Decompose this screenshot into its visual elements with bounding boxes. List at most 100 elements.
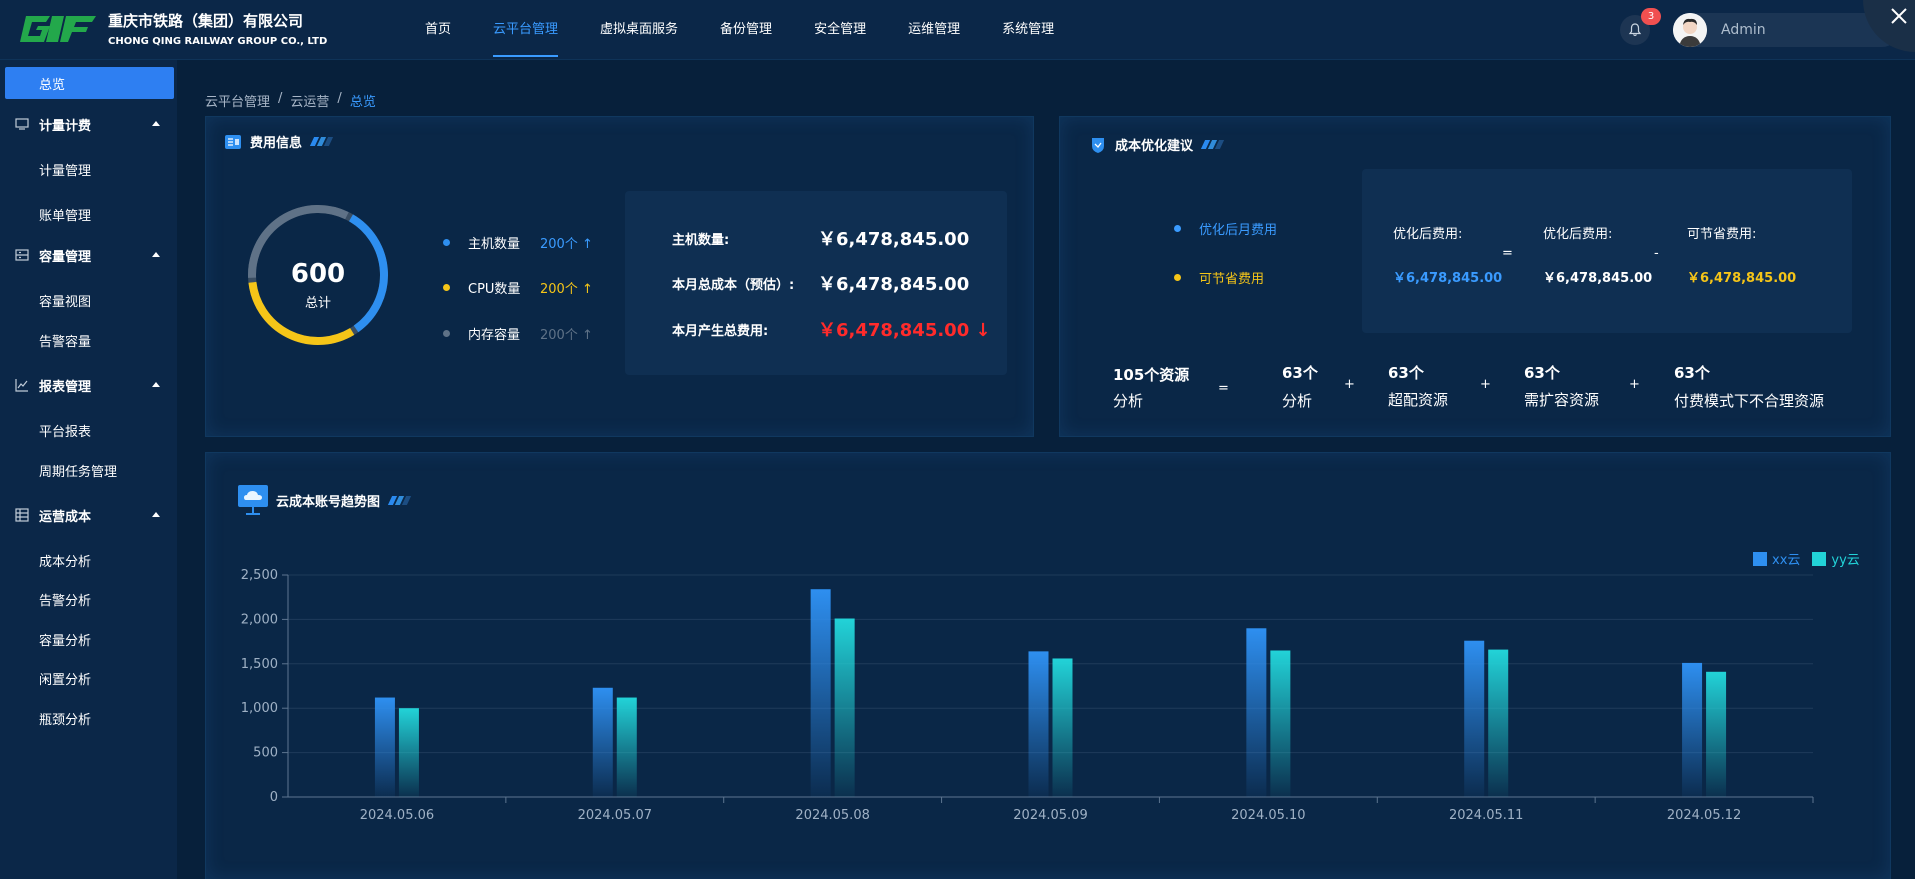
decor-stripes xyxy=(309,137,334,146)
breadcrumb-current: 总览 xyxy=(349,95,376,110)
y-tick-label: 500 xyxy=(253,746,278,761)
sidebar-group-metering[interactable]: 计量计费 xyxy=(5,108,174,140)
sidebar-item-label: 账单管理 xyxy=(39,208,92,224)
sidebar-item-label: 计量计费 xyxy=(39,118,92,134)
close-icon xyxy=(1891,8,1907,24)
sidebar-item-label: 计量管理 xyxy=(39,163,92,179)
nav-cloud-platform[interactable]: 云平台管理 xyxy=(493,0,559,60)
bar-yy-2024.05.07[interactable] xyxy=(616,697,637,797)
bar-yy-2024.05.11[interactable] xyxy=(1488,649,1509,797)
fee-detail-box: 主机数量: ￥6,478,845.00 本月总成本（预估）: ￥6,478,84… xyxy=(625,191,1007,375)
sidebar-item-periodic-tasks[interactable]: 周期任务管理 xyxy=(5,454,174,486)
x-tick-label: 2024.05.07 xyxy=(578,808,652,823)
y-tick-label: 1,000 xyxy=(241,701,278,716)
savings-value: ￥6,478,845.00 xyxy=(1687,271,1797,286)
sidebar-group-capacity[interactable]: 容量管理 xyxy=(5,239,174,271)
decor-stripes xyxy=(387,495,412,505)
x-tick-label: 2024.05.08 xyxy=(795,808,869,823)
sidebar-item-label: 周期任务管理 xyxy=(39,464,118,480)
avatar xyxy=(1673,13,1707,47)
bell-icon xyxy=(1628,23,1642,37)
sidebar-item-cost-analysis[interactable]: 成本分析 xyxy=(5,544,174,576)
legend-dot xyxy=(443,284,450,291)
bar-yy-2024.05.10[interactable] xyxy=(1270,650,1291,797)
legend-cpu: CPU数量 200个 ↑ xyxy=(443,278,593,297)
shield-icon xyxy=(1092,137,1104,153)
sidebar-item-label: 瓶颈分析 xyxy=(39,712,92,728)
sidebar-item-label: 容量分析 xyxy=(39,633,92,649)
top-header: 重庆市铁路（集团）有限公司 CHONG QING RAILWAY GROUP C… xyxy=(0,0,1915,60)
host-cost-value: ￥6,478,845.00 xyxy=(818,229,970,250)
sidebar-item-bottleneck-analysis[interactable]: 瓶颈分析 xyxy=(5,702,174,734)
resource-total: 105个资源 xyxy=(1113,366,1190,384)
sidebar-item-metering-manage[interactable]: 计量管理 xyxy=(5,153,174,185)
sidebar-item-platform-report[interactable]: 平台报表 xyxy=(5,414,174,446)
trend-chart: 0 500 1,000 1,500 2,000 2,500 2024.05.06 2024.0… xyxy=(241,568,1814,823)
sidebar-item-capacity-view[interactable]: 容量视图 xyxy=(5,284,174,316)
resource-analysis: 63个 xyxy=(1282,364,1318,382)
bar-xx-2024.05.09[interactable] xyxy=(1028,651,1049,797)
resource-billing: 63个 xyxy=(1674,364,1710,382)
legend-memory: 内存容量 200个 ↑ xyxy=(443,324,593,343)
sidebar-item-capacity-analysis[interactable]: 容量分析 xyxy=(5,623,174,655)
sidebar-item-idle-analysis[interactable]: 闲置分析 xyxy=(5,662,174,694)
legend-dot xyxy=(443,239,450,246)
bar-xx-2024.05.10[interactable] xyxy=(1246,628,1267,797)
total-label: 总计 xyxy=(304,296,331,311)
resource-overallocated: 63个 xyxy=(1388,364,1424,382)
breadcrumb-item[interactable]: 云运营 xyxy=(290,91,329,110)
sidebar-item-label: 成本分析 xyxy=(39,554,92,570)
chevron-up-icon xyxy=(152,382,160,387)
sidebar-item-alarm-analysis[interactable]: 告警分析 xyxy=(5,583,174,615)
storage-icon xyxy=(15,249,29,261)
x-tick-label: 2024.05.10 xyxy=(1231,808,1305,823)
sidebar-group-op-cost[interactable]: 运营成本 xyxy=(5,499,174,531)
legend-host: 主机数量 200个 ↑ xyxy=(443,233,593,252)
legend-dot xyxy=(443,330,450,337)
bar-xx-2024.05.07[interactable] xyxy=(592,687,613,797)
sidebar: 总览 计量计费 计量管理 账单管理 容量管理 容量视图 告警容量 报表管理 平台… xyxy=(0,60,177,879)
bar-xx-2024.05.12[interactable] xyxy=(1682,662,1703,797)
sidebar-item-alarm-capacity[interactable]: 告警容量 xyxy=(5,324,174,356)
notification-badge: 3 xyxy=(1641,8,1661,25)
fee-panel: 费用信息 600 总计 主机数量 200个 ↑ CPU数量 200个 ↑ 内存容… xyxy=(205,116,1034,437)
nav-virtual-desktop[interactable]: 虚拟桌面服务 xyxy=(600,0,678,60)
bar-yy-2024.05.09[interactable] xyxy=(1052,658,1073,797)
y-tick-label: 0 xyxy=(270,790,278,805)
optimized-fee-value-2: ￥6,478,845.00 xyxy=(1543,271,1653,286)
y-tick-label: 2,500 xyxy=(241,568,278,583)
sidebar-item-label: 平台报表 xyxy=(39,424,92,440)
company-name-cn: 重庆市铁路（集团）有限公司 xyxy=(108,12,304,30)
sidebar-item-overview[interactable]: 总览 xyxy=(5,67,174,99)
bar-xx-2024.05.08[interactable] xyxy=(810,589,831,797)
sidebar-item-bill-manage[interactable]: 账单管理 xyxy=(5,198,174,230)
bar-xx-2024.05.06[interactable] xyxy=(374,697,395,797)
line-chart-icon xyxy=(15,379,28,392)
user-menu[interactable]: Admin xyxy=(1673,13,1899,47)
optimization-detail-box: 优化后费用: ￥6,478,845.00 = 优化后费用: ￥6,478,845… xyxy=(1362,169,1852,333)
sidebar-item-label: 运营成本 xyxy=(39,509,92,525)
sidebar-item-label: 容量视图 xyxy=(39,294,92,310)
nav-security[interactable]: 安全管理 xyxy=(814,0,866,60)
bar-xx-2024.05.11[interactable] xyxy=(1464,640,1485,797)
decor-stripes xyxy=(1200,140,1225,149)
sidebar-item-label: 报表管理 xyxy=(39,379,92,395)
y-tick-label: 2,000 xyxy=(241,612,278,627)
sidebar-group-reports[interactable]: 报表管理 xyxy=(5,369,174,401)
nav-home[interactable]: 首页 xyxy=(425,0,451,60)
bar-yy-2024.05.06[interactable] xyxy=(398,708,419,797)
sidebar-item-label: 闲置分析 xyxy=(39,672,92,688)
bar-yy-2024.05.08[interactable] xyxy=(834,618,855,797)
nav-backup[interactable]: 备份管理 xyxy=(720,0,772,60)
legend-savings: 可节省费用 xyxy=(1174,268,1264,287)
bill-icon xyxy=(225,134,241,149)
chevron-up-icon xyxy=(152,252,160,257)
nav-ops[interactable]: 运维管理 xyxy=(908,0,960,60)
bar-yy-2024.05.12[interactable] xyxy=(1706,671,1727,797)
company-logo xyxy=(20,16,96,42)
breadcrumb-item[interactable]: 云平台管理 xyxy=(205,91,270,110)
x-tick-label: 2024.05.09 xyxy=(1013,808,1087,823)
chart-labels: 0 500 1,000 1,500 2,000 2,500 2024.05.06 2024.0… xyxy=(241,568,1742,823)
nav-system[interactable]: 系统管理 xyxy=(1002,0,1054,60)
company-name: 重庆市铁路（集团）有限公司 CHONG QING RAILWAY GROUP C… xyxy=(108,12,327,47)
